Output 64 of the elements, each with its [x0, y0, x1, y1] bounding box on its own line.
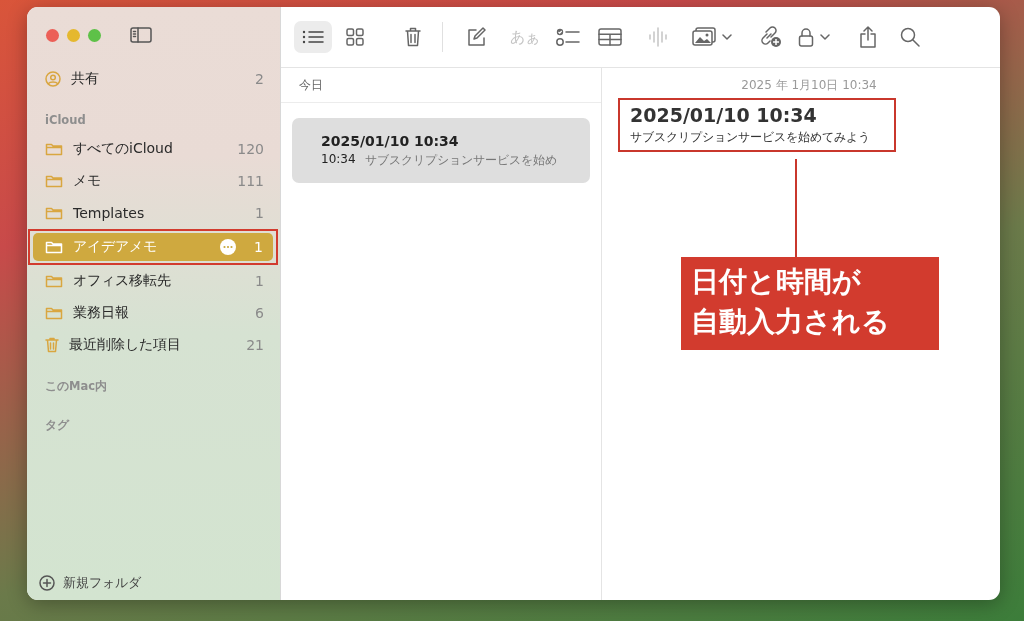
item-label: すべてのiCloud: [73, 140, 174, 158]
sidebar-item[interactable]: 共有 2: [33, 63, 274, 95]
item-label: メモ: [73, 172, 102, 190]
folder-icon: [45, 206, 63, 220]
item-count: 6: [255, 305, 264, 321]
note-date: 2025 年 1月10日 10:34: [740, 77, 878, 94]
sidebar-item[interactable]: メモ 111: [33, 165, 274, 197]
note-title: 2025/01/10 10:34: [321, 133, 460, 149]
item-count: 120: [237, 141, 264, 157]
folder-icon: [45, 274, 63, 288]
note-preview: サブスクリプションサービスを始め: [364, 152, 557, 169]
item-count: 21: [246, 337, 264, 353]
section-header: このMac内: [44, 378, 109, 395]
item-label: 業務日報: [73, 304, 130, 322]
person-icon: [45, 71, 61, 87]
grid-icon: [346, 28, 364, 46]
list-view-button[interactable]: [294, 21, 332, 53]
folder-icon: [45, 174, 63, 188]
note-item[interactable]: 2025/01/10 10:34 10:34 サブスクリプションサービスを始め: [292, 118, 590, 183]
section-header: タグ: [44, 417, 71, 434]
folder-icon: [45, 142, 63, 156]
chevron-down-icon: [722, 34, 732, 40]
sidebar-item[interactable]: オフィス移転先 1: [33, 265, 274, 297]
list-icon: [302, 29, 324, 45]
new-folder-button[interactable]: 新規フォルダ: [33, 574, 274, 600]
share-icon: [859, 26, 877, 48]
compose-icon: [466, 27, 486, 47]
trash-icon: [45, 337, 59, 353]
item-count: 1: [254, 239, 263, 255]
folder-icon: [45, 240, 63, 254]
item-count: 111: [237, 173, 264, 189]
sidebar-toggle-button[interactable]: [130, 27, 152, 43]
link-plus-icon: [758, 26, 782, 48]
group-header: 今日: [281, 68, 601, 103]
more-icon: [220, 239, 237, 255]
item-label: オフィス移転先: [73, 272, 172, 290]
item-label: 最近削除した項目: [69, 336, 182, 354]
trash-icon: [405, 27, 421, 47]
item-count: 2: [255, 71, 264, 87]
sidebar-icon: [130, 27, 152, 43]
callout-text: 日付と時間が: [691, 264, 862, 300]
chevron-down-icon: [820, 34, 830, 40]
sidebar-item[interactable]: すべてのiCloud 120: [33, 133, 274, 165]
sidebar-item[interactable]: 業務日報 6: [33, 297, 274, 329]
section-header: iCloud: [44, 112, 87, 129]
note-body-text: サブスクリプションサービスを始めてみよう: [630, 129, 871, 146]
sidebar-item[interactable]: 最近削除した項目 21: [33, 329, 274, 361]
callout-text: 自動入力される: [691, 304, 891, 340]
item-label: アイデアメモ: [73, 238, 158, 256]
sidebar-item[interactable]: Templates 1: [33, 197, 274, 229]
item-label: Templates: [73, 205, 146, 221]
note-time: 10:34: [321, 152, 356, 168]
table-icon: [598, 28, 622, 46]
item-count: 1: [255, 205, 264, 221]
item-label: 共有: [71, 70, 100, 88]
note-heading: 2025/01/10 10:34: [630, 104, 818, 126]
search-icon: [900, 27, 920, 47]
plus-circle-icon: [39, 575, 55, 591]
item-count: 1: [255, 273, 264, 289]
photo-icon: [692, 27, 716, 47]
waveform-icon: [648, 27, 668, 47]
checklist-icon: [556, 27, 580, 47]
lock-icon: [798, 27, 814, 47]
folder-icon: [45, 306, 63, 320]
